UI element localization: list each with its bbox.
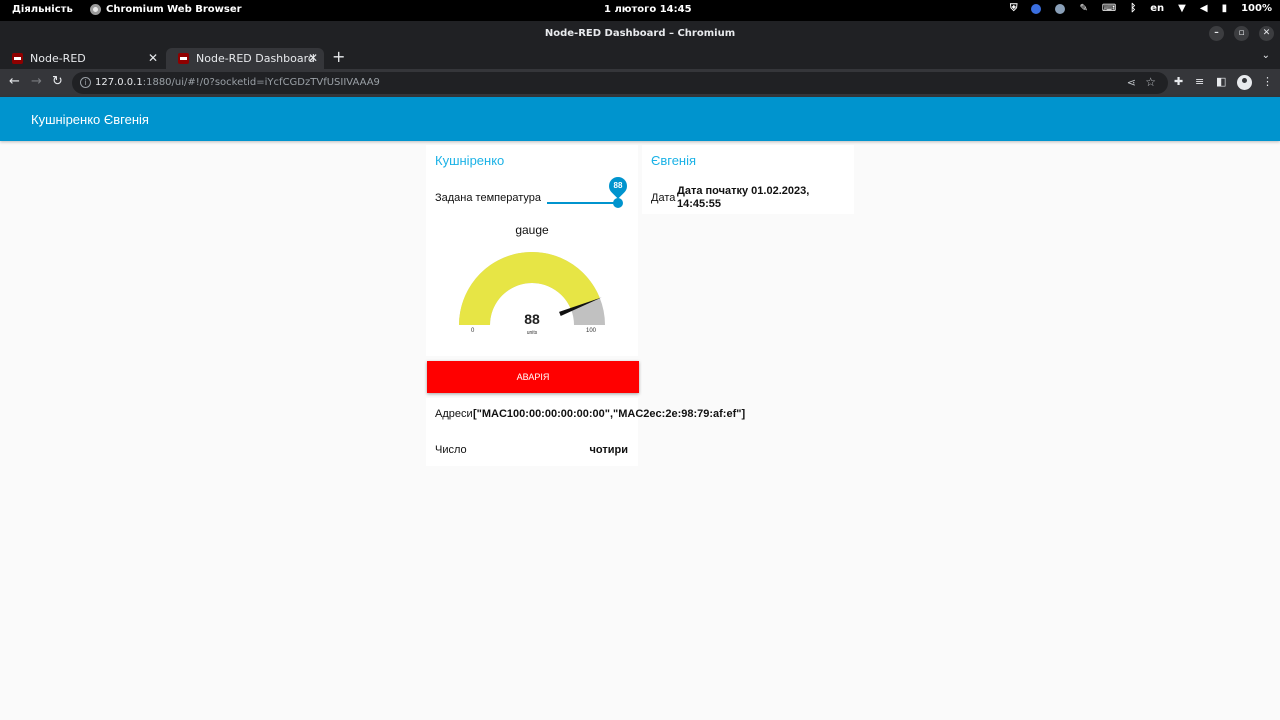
- tab-search-chevron-icon[interactable]: ⌄: [1262, 50, 1270, 61]
- side-panel-icon[interactable]: ◧: [1216, 76, 1226, 88]
- maximize-button[interactable]: ▫: [1234, 26, 1249, 41]
- alarm-button[interactable]: АВАРІЯ: [427, 361, 639, 393]
- tab-label: Node-RED: [30, 52, 86, 65]
- bookmark-star-icon[interactable]: ☆: [1145, 75, 1156, 89]
- chromium-icon: [90, 4, 101, 15]
- pen-icon[interactable]: ✎: [1079, 3, 1087, 14]
- date-value-line1: Дата початку 01.02.2023,: [677, 185, 810, 197]
- clock[interactable]: 1 лютого 14:45: [604, 4, 692, 15]
- temperature-slider-track[interactable]: [547, 202, 619, 204]
- dashboard-title: Кушніренко Євгенія: [31, 112, 149, 127]
- reload-icon[interactable]: ↻: [52, 75, 63, 89]
- back-arrow-icon[interactable]: ←: [9, 75, 20, 89]
- group-title-left: Кушніренко: [435, 153, 505, 168]
- minimize-button[interactable]: –: [1209, 26, 1224, 41]
- url-host: 127.0.0.1: [95, 77, 143, 88]
- url-text[interactable]: 127.0.0.1:1880/ui/#!/0?socketid=iYcfCGDz…: [95, 77, 380, 88]
- close-window-button[interactable]: ✕: [1259, 26, 1274, 41]
- battery-icon[interactable]: ▮: [1222, 3, 1228, 14]
- app-name: Chromium Web Browser: [106, 4, 242, 15]
- vpn-icon[interactable]: [1031, 3, 1042, 14]
- addresses-label: Адреси: [435, 408, 473, 420]
- gauge-title: gauge: [515, 223, 549, 237]
- close-tab-icon[interactable]: ✕: [308, 51, 318, 65]
- gauge-units: units: [526, 330, 538, 336]
- tab-strip: Node-RED ✕ Node-RED Dashboard ✕: [0, 46, 1280, 69]
- share-icon[interactable]: ⋖: [1127, 76, 1136, 89]
- browser-toolbar: ← → ↻ i 127.0.0.1:1880/ui/#!/0?socketid=…: [0, 69, 1280, 97]
- wifi-icon[interactable]: ▼: [1178, 3, 1186, 14]
- url-path: :1880/ui/#!/0?socketid=iYcfCGDzTVfUSIIVA…: [142, 77, 380, 88]
- tab-node-red-dashboard[interactable]: Node-RED Dashboard ✕: [166, 48, 324, 69]
- shield-icon[interactable]: ⛨: [1010, 3, 1018, 14]
- address-bar[interactable]: i 127.0.0.1:1880/ui/#!/0?socketid=iYcfCG…: [72, 72, 1168, 94]
- date-value-line2: 14:45:55: [677, 198, 722, 210]
- extensions-icon[interactable]: ✚: [1174, 76, 1183, 88]
- new-tab-button[interactable]: +: [332, 47, 345, 66]
- temperature-slider-thumb[interactable]: [613, 198, 623, 208]
- gauge-min-label: 0: [471, 328, 475, 334]
- app-menu[interactable]: Chromium Web Browser: [90, 4, 242, 15]
- slider-label: Задана температура: [435, 192, 541, 204]
- node-red-favicon-icon: [178, 53, 189, 64]
- system-tray[interactable]: ⛨ ✎ ⌨ ᛒ en ▼ ◀ ▮ 100%: [1010, 3, 1272, 14]
- language-indicator[interactable]: en: [1150, 3, 1164, 14]
- profile-avatar-icon[interactable]: [1237, 75, 1252, 90]
- reading-list-icon[interactable]: ≡: [1195, 76, 1204, 88]
- browser-menu-icon[interactable]: ⋮: [1262, 76, 1273, 88]
- keyboard-icon[interactable]: ⌨: [1102, 3, 1116, 14]
- site-info-icon[interactable]: i: [80, 77, 91, 88]
- dashboard-header: Кушніренко Євгенія: [0, 97, 1280, 141]
- number-label: Число: [435, 444, 467, 456]
- window-title: Node-RED Dashboard – Chromium: [544, 28, 736, 39]
- system-top-bar: Діяльність Chromium Web Browser 1 лютого…: [0, 0, 1280, 21]
- date-label: Дата: [651, 192, 676, 204]
- volume-icon[interactable]: ◀: [1200, 3, 1208, 14]
- group-title-right: Євгенія: [651, 153, 697, 168]
- network-app-icon[interactable]: [1055, 3, 1066, 14]
- window-title-bar: Node-RED Dashboard – Chromium – ▫ ✕: [0, 21, 1280, 46]
- number-value: чотири: [589, 444, 628, 456]
- close-tab-icon[interactable]: ✕: [148, 51, 158, 65]
- gauge-value: 88: [524, 311, 540, 327]
- tab-label: Node-RED Dashboard: [196, 52, 315, 65]
- activities-button[interactable]: Діяльність: [12, 4, 73, 15]
- gauge-max-label: 100: [586, 328, 597, 334]
- node-red-favicon-icon: [12, 53, 23, 64]
- forward-arrow-icon[interactable]: →: [31, 75, 42, 89]
- addresses-value: ["MAC100:00:00:00:00:00","MAC2ec:2e:98:7…: [473, 408, 746, 420]
- bluetooth-icon[interactable]: ᛒ: [1130, 3, 1136, 14]
- slider-value: 88: [613, 181, 623, 190]
- battery-level: 100%: [1241, 3, 1272, 14]
- tab-node-red[interactable]: Node-RED ✕: [0, 48, 164, 69]
